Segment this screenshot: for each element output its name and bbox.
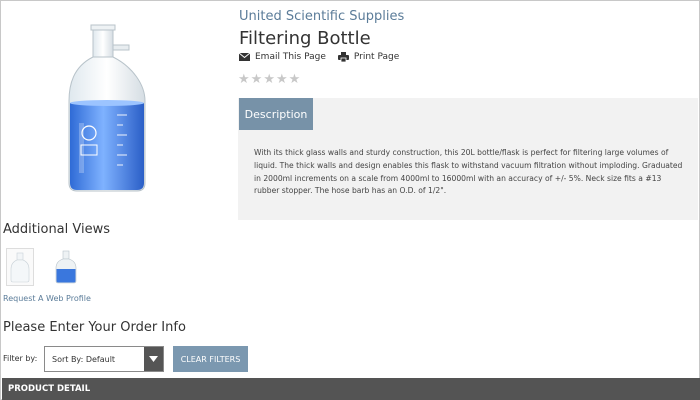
thumbnail-empty-bottle[interactable]	[6, 248, 34, 286]
chevron-down-icon[interactable]	[144, 347, 163, 371]
star-icon[interactable]: ★	[289, 73, 301, 87]
product-title: Filtering Bottle	[239, 28, 371, 49]
description-text: With its thick glass walls and sturdy co…	[254, 148, 683, 196]
thumbnail-strip	[6, 248, 80, 286]
sort-select[interactable]: Sort By: Default	[44, 346, 164, 372]
clear-filters-button[interactable]: CLEAR FILTERS	[173, 346, 248, 372]
order-info-heading: Please Enter Your Order Info	[3, 320, 186, 335]
print-page-label: Print Page	[353, 52, 400, 62]
filter-label: Filter by:	[3, 354, 38, 363]
share-row: Email This Page Print Page	[239, 52, 411, 62]
product-detail-header: PRODUCT DETAIL	[2, 378, 700, 400]
printer-icon	[337, 52, 349, 62]
print-page-link[interactable]: Print Page	[337, 52, 400, 62]
brand-name: United Scientific Supplies	[239, 9, 405, 24]
email-page-link[interactable]: Email This Page	[239, 52, 326, 62]
tab-description[interactable]: Description	[239, 98, 313, 130]
sort-select-value: Sort By: Default	[52, 354, 116, 364]
star-icon[interactable]: ★	[263, 73, 275, 87]
star-icon[interactable]: ★	[238, 73, 250, 87]
additional-views-heading: Additional Views	[3, 222, 111, 237]
product-image	[59, 23, 155, 195]
thumbnail-blue-bottle[interactable]	[52, 248, 80, 286]
email-page-label: Email This Page	[255, 52, 326, 62]
star-icon[interactable]: ★	[251, 73, 263, 87]
request-web-profile-link[interactable]: Request A Web Profile	[3, 294, 91, 303]
rating-stars[interactable]: ★ ★ ★ ★ ★	[238, 73, 301, 87]
envelope-icon	[239, 53, 250, 61]
star-icon[interactable]: ★	[276, 73, 288, 87]
